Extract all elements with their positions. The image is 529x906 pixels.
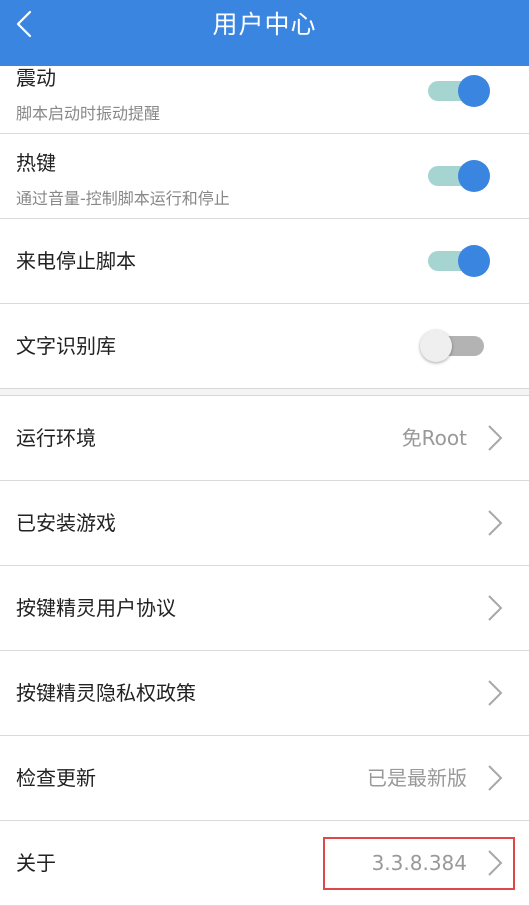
menu-item-user-agreement[interactable]: 按键精灵用户协议 [0, 566, 529, 651]
menu-item-check-update[interactable]: 检查更新 已是最新版 [0, 736, 529, 821]
chevron-right-icon [486, 594, 504, 622]
menu-item-about-version: 3.3.8.384 [371, 851, 467, 875]
menu-item-installed-games[interactable]: 已安装游戏 [0, 481, 529, 566]
hotkey-toggle[interactable] [428, 160, 490, 192]
toggle-knob [458, 75, 490, 107]
chevron-right-icon [486, 509, 504, 537]
menu-item-privacy-policy[interactable]: 按键精灵隐私权政策 [0, 651, 529, 736]
section-divider [0, 389, 529, 396]
menu-item-user-agreement-label: 按键精灵用户协议 [16, 596, 176, 620]
menu-item-runtime[interactable]: 运行环境 免Root [0, 396, 529, 481]
setting-hotkey-subtitle: 通过音量-控制脚本运行和停止 [16, 189, 230, 208]
settings-list: 震动 脚本启动时振动提醒 热键 通过音量-控制脚本运行和停止 来电停止脚本 文字… [0, 48, 529, 906]
app-header: 用户中心 [0, 0, 529, 66]
menu-item-check-update-label: 检查更新 [16, 766, 96, 790]
toggle-knob [458, 245, 490, 277]
chevron-right-icon [486, 679, 504, 707]
setting-call-stop: 来电停止脚本 [0, 219, 529, 304]
menu-item-about[interactable]: 关于 3.3.8.384 [0, 821, 529, 906]
chevron-right-icon [486, 424, 504, 452]
setting-hotkey: 热键 通过音量-控制脚本运行和停止 [0, 134, 529, 219]
setting-call-stop-title: 来电停止脚本 [16, 249, 136, 273]
call-stop-toggle[interactable] [428, 245, 490, 277]
setting-vibration-subtitle: 脚本启动时振动提醒 [16, 104, 161, 123]
menu-item-runtime-label: 运行环境 [16, 426, 96, 450]
menu-item-about-label: 关于 [16, 851, 56, 875]
setting-hotkey-title: 热键 [16, 151, 56, 175]
vibration-toggle[interactable] [428, 75, 490, 107]
toggle-knob [458, 160, 490, 192]
setting-vibration-title: 震动 [16, 66, 56, 90]
menu-item-check-update-value: 已是最新版 [367, 766, 467, 790]
menu-item-privacy-policy-label: 按键精灵隐私权政策 [16, 681, 196, 705]
setting-ocr-library-title: 文字识别库 [16, 334, 116, 358]
setting-ocr-library: 文字识别库 [0, 304, 529, 389]
chevron-right-icon [486, 849, 504, 877]
toggle-knob [420, 330, 452, 362]
menu-item-runtime-value: 免Root [401, 426, 467, 450]
page-title: 用户中心 [212, 10, 317, 39]
chevron-right-icon [486, 764, 504, 792]
menu-item-installed-games-label: 已安装游戏 [16, 511, 116, 535]
ocr-library-toggle[interactable] [420, 330, 484, 362]
